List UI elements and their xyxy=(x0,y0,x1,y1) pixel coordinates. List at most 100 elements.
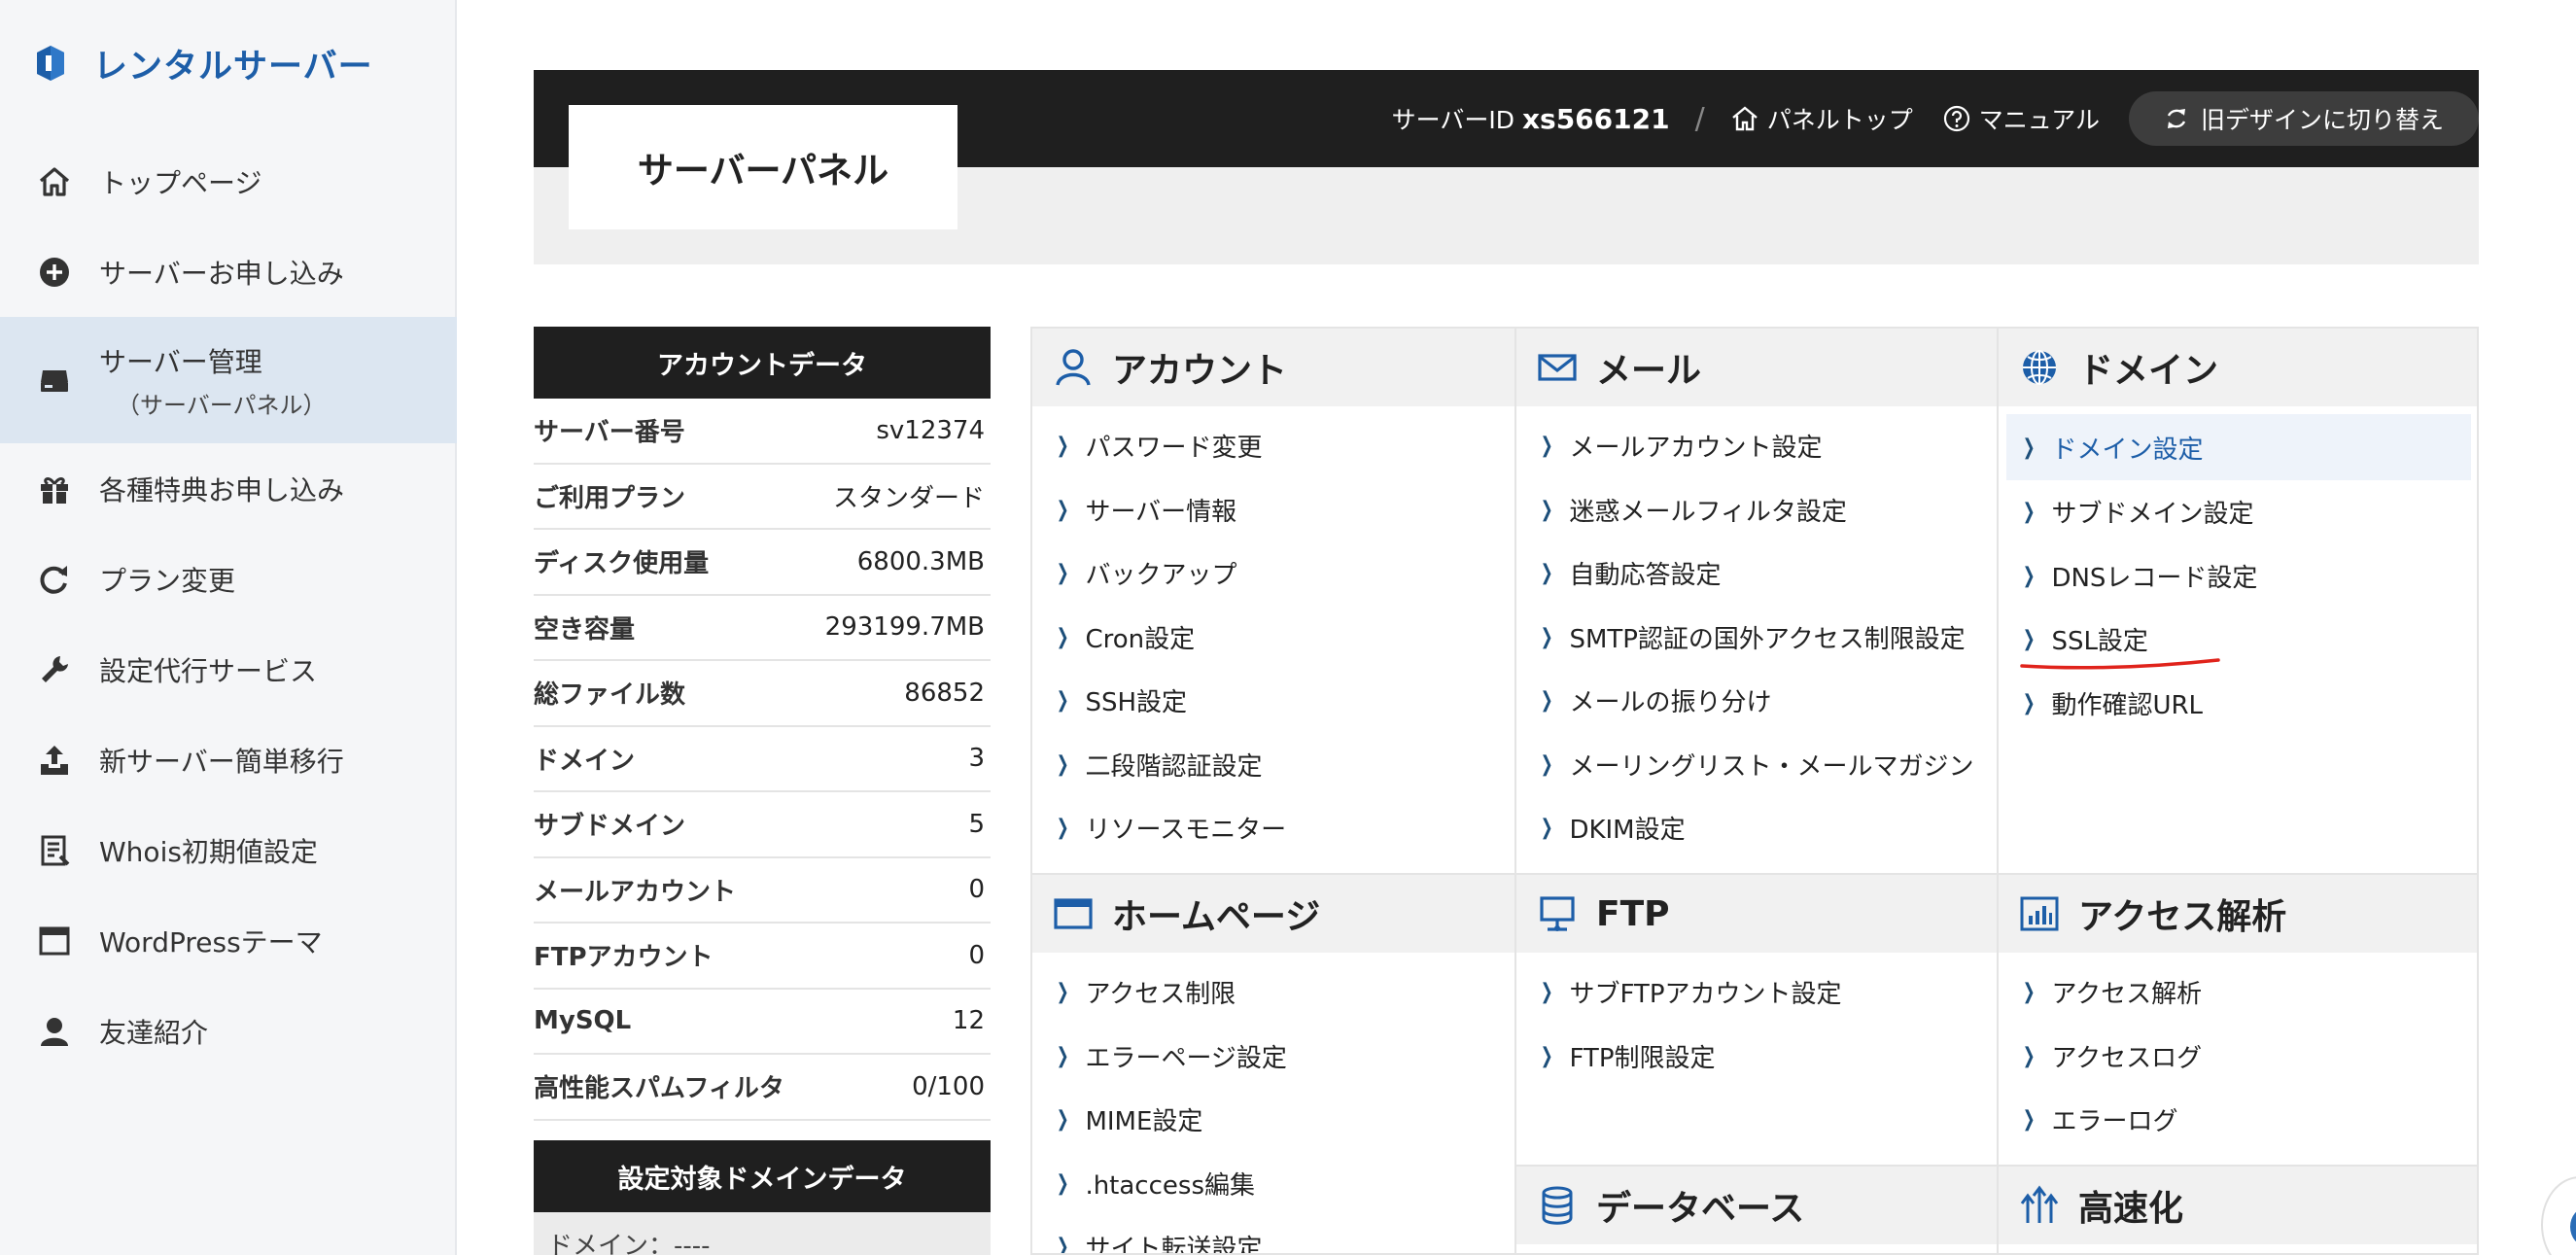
switch-design-button[interactable]: 旧デザインに切り替え xyxy=(2128,91,2479,146)
sidebar-item-sublabel: （サーバーパネル） xyxy=(117,391,327,419)
window-icon xyxy=(37,924,72,959)
sidebar-item-label: WordPressテーマ xyxy=(99,925,323,959)
section-title: メール xyxy=(1596,351,1702,391)
section-title: ドメイン xyxy=(2078,351,2219,391)
menu-item[interactable]: ❯ 二段階認証設定 xyxy=(1032,733,1514,797)
menu-item-selected[interactable]: ❯ ドメイン設定 xyxy=(2006,414,2471,480)
menu-item[interactable]: ❯ 動作確認URL xyxy=(1999,672,2477,736)
refresh-icon xyxy=(37,562,72,597)
panel-top-label: パネルトップ xyxy=(1766,106,1913,134)
sidebar-item-benefits[interactable]: 各種特典お申し込み xyxy=(0,443,457,534)
section-list-account: ❯ パスワード変更 ❯ サーバー情報 ❯ バックアップ ❯ Cron設定 ❯ SSH設定 … xyxy=(1032,414,1514,860)
account-row: サーバー番号 sv12374 xyxy=(534,399,991,465)
chat-icon xyxy=(2570,1207,2576,1246)
section-title: アクセス解析 xyxy=(2078,897,2287,937)
menu-item[interactable]: ❯ エラーログ xyxy=(1999,1088,2477,1152)
sidebar-item-whois[interactable]: Whois初期値設定 xyxy=(0,805,457,895)
domain-data-title: 設定対象ドメインデータ xyxy=(534,1140,991,1212)
menu-item[interactable]: ❯ リソースモニター xyxy=(1032,796,1514,860)
header-separator: / xyxy=(1694,101,1705,136)
sync-icon xyxy=(2167,109,2186,128)
person-icon xyxy=(1056,349,1091,386)
manual-label: マニュアル xyxy=(1978,106,2100,134)
section-list-homepage: ❯ アクセス制限 ❯ エラーページ設定 ❯ MIME設定 ❯ .htaccess編集 ❯… xyxy=(1032,960,1514,1253)
menu-item[interactable]: ❯ FTP制限設定 xyxy=(1516,1025,1997,1089)
sidebar-item-apply[interactable]: サーバーお申し込み xyxy=(0,227,457,317)
sidebar-item-label: トップページ xyxy=(99,166,262,199)
chat-widget-button[interactable] xyxy=(2541,1176,2576,1255)
menu-item[interactable]: ❯ サブFTPアカウント設定 xyxy=(1516,960,1997,1025)
menu-item[interactable]: ❯ MIME設定 xyxy=(1032,1088,1514,1152)
section-list-domain: ❯ ドメイン設定 ❯ サブドメイン設定 ❯ DNSレコード設定 ❯ SSL設定 ❯ 動作確… xyxy=(1999,414,2477,736)
account-row: 高性能スパムフィルタ 0/100 xyxy=(534,1055,991,1121)
home-icon xyxy=(37,164,72,199)
menu-item[interactable]: ❯ エラーページ設定 xyxy=(1032,1025,1514,1089)
brand-logo[interactable]: レンタルサーバー xyxy=(33,39,373,87)
menu-item[interactable]: ❯ メールの振り分け xyxy=(1516,669,1997,733)
sidebar-item-top[interactable]: トップページ xyxy=(0,136,457,227)
sidebar-item-label: サーバーお申し込み xyxy=(99,257,344,290)
menu-item[interactable]: ❯ SMTP認証の国外アクセス制限設定 xyxy=(1516,606,1997,670)
menu-item[interactable]: ❯ アクセス解析 xyxy=(1999,960,2477,1025)
menu-item[interactable]: ❯ バックアップ xyxy=(1032,541,1514,606)
menu-column: メール ❯ メールアカウント設定 ❯ 迷惑メールフィルタ設定 ❯ 自動応答設定 ❯ SM… xyxy=(1514,329,1997,1253)
sidebar-item-referral[interactable]: 友達紹介 xyxy=(0,986,457,1076)
plus-circle-icon xyxy=(37,255,72,290)
sidebar-item-label: プラン変更 xyxy=(99,564,236,597)
menu-item[interactable]: ❯ サーバー情報 xyxy=(1032,478,1514,542)
menu-item[interactable]: ❯ 自動応答設定 xyxy=(1516,541,1997,606)
sidebar-item-wordpress-theme[interactable]: WordPressテーマ xyxy=(0,895,457,986)
menu-column: ドメイン ❯ ドメイン設定 ❯ サブドメイン設定 ❯ DNSレコード設定 ❯ SSL設定… xyxy=(1997,329,2477,1253)
wrench-icon xyxy=(37,652,72,687)
account-row: ディスク使用量 6800.3MB xyxy=(534,530,991,596)
account-row: サブドメイン 5 xyxy=(534,792,991,858)
gift-icon xyxy=(37,471,72,506)
logo-mark-icon xyxy=(37,46,64,81)
globe-icon xyxy=(2023,350,2056,385)
menu-item[interactable]: ❯ アクセス制限 xyxy=(1032,960,1514,1025)
menu-item[interactable]: ❯ メールアカウント設定 xyxy=(1516,414,1997,478)
annotation-underline xyxy=(2020,658,2220,670)
menu-item[interactable]: ❯ メーリングリスト・メールマガジン xyxy=(1516,733,1997,797)
section-header-database: データベース xyxy=(1516,1167,1997,1244)
section-header-analytics: アクセス解析 xyxy=(1999,875,2477,953)
user-icon xyxy=(37,1014,72,1049)
page-title: サーバーパネル xyxy=(637,150,889,192)
account-row: 空き容量 293199.7MB xyxy=(534,596,991,661)
sidebar-item-label: 各種特典お申し込み xyxy=(99,473,345,506)
menu-item[interactable]: ❯ 迷惑メールフィルタ設定 xyxy=(1516,478,1997,542)
sidebar-item-label: 設定代行サービス xyxy=(99,654,318,687)
manual-link[interactable]: マニュアル xyxy=(1942,101,2100,136)
mail-icon xyxy=(1538,354,1577,381)
upload-icon xyxy=(37,743,72,778)
sidebar-item-migration[interactable]: 新サーバー簡単移行 xyxy=(0,715,457,805)
sidebar-item-setup-service[interactable]: 設定代行サービス xyxy=(0,624,457,715)
section-header-domain: ドメイン xyxy=(1999,329,2477,406)
sidebar-item-plan-change[interactable]: プラン変更 xyxy=(0,534,457,624)
bar-chart-icon xyxy=(2020,896,2059,931)
header-actions: サーバーID xs566121 / パネルトップ マニュアル 旧デザインに切り替… xyxy=(1392,70,2479,167)
menu-item[interactable]: ❯ アクセスログ xyxy=(1999,1025,2477,1089)
menu-item[interactable]: ❯ パスワード変更 xyxy=(1032,414,1514,478)
panel-top-link[interactable]: パネルトップ xyxy=(1730,101,1913,136)
section-title: FTP xyxy=(1596,893,1670,934)
server-id-label: サーバーID xyxy=(1391,106,1514,134)
menu-item[interactable]: ❯ サブドメイン設定 xyxy=(1999,480,2477,544)
menu-grid: アカウント ❯ パスワード変更 ❯ サーバー情報 ❯ バックアップ ❯ Cron設定 ❯… xyxy=(1030,327,2479,1255)
section-title: ホームページ xyxy=(1112,897,1321,937)
menu-item[interactable]: ❯ .htaccess編集 xyxy=(1032,1152,1514,1216)
account-data-panel: アカウントデータ サーバー番号 sv12374 ご利用プラン スタンダード ディスク… xyxy=(534,327,991,1121)
section-list-mail: ❯ メールアカウント設定 ❯ 迷惑メールフィルタ設定 ❯ 自動応答設定 ❯ SMTP認証… xyxy=(1516,414,1997,860)
menu-item[interactable]: ❯ SSH設定 xyxy=(1032,669,1514,733)
section-title: データベース xyxy=(1596,1189,1805,1229)
menu-item[interactable]: ❯ Cron設定 xyxy=(1032,606,1514,670)
sidebar-item-server-management[interactable]: サーバー管理 （サーバーパネル） xyxy=(0,317,457,443)
account-data-title: アカウントデータ xyxy=(534,327,991,399)
section-list-ftp: ❯ サブFTPアカウント設定 ❯ FTP制限設定 xyxy=(1516,960,1997,1088)
section-header-ftp: FTP xyxy=(1516,875,1997,953)
database-icon xyxy=(1542,1186,1573,1225)
section-header-speed: 高速化 xyxy=(1999,1167,2477,1244)
menu-item[interactable]: ❯ DNSレコード設定 xyxy=(1999,544,2477,609)
menu-item[interactable]: ❯ サイト転送設定 xyxy=(1032,1215,1514,1253)
menu-item[interactable]: ❯ DKIM設定 xyxy=(1516,796,1997,860)
